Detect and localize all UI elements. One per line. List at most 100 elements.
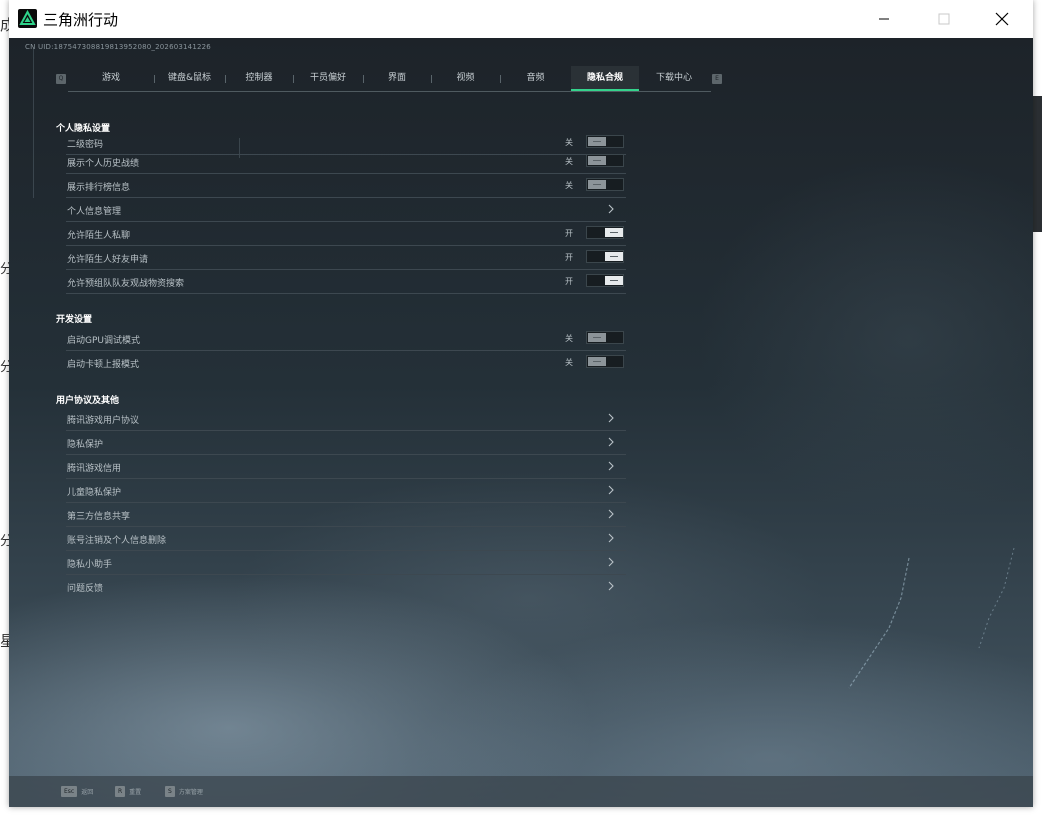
decorative-lightning: [848, 547, 1015, 689]
link-row-privacy-assistant[interactable]: 隐私小助手: [66, 551, 626, 575]
background-window-fragment: [1033, 96, 1042, 232]
link-label: 腾讯游戏信用: [67, 464, 122, 474]
link-label: 隐私小助手: [67, 560, 113, 570]
toggle-state-text: 关: [565, 334, 573, 343]
toggle-state-text: 关: [565, 181, 573, 190]
setting-row-stranger-chat[interactable]: 允许陌生人私聊 开: [66, 222, 626, 246]
leaderboard-info-toggle[interactable]: [586, 178, 624, 191]
minimize-icon: [879, 18, 889, 20]
setting-row-leaderboard-info[interactable]: 展示排行榜信息 关: [66, 174, 626, 198]
teammate-spectate-toggle[interactable]: [586, 274, 624, 287]
gpu-debug-toggle[interactable]: [586, 331, 624, 344]
esc-back-hint[interactable]: Esc 返回: [61, 785, 93, 797]
maximize-icon: [938, 13, 950, 25]
setting-row-stutter-report[interactable]: 启动卡顿上报模式 关: [66, 351, 626, 374]
chevron-right-icon: [608, 461, 614, 471]
tab-privacy-compliance[interactable]: 隐私合规: [571, 66, 639, 91]
section-title-agreements: 用户协议及其他: [56, 396, 120, 406]
section-title-dev: 开发设置: [56, 315, 93, 325]
link-row-account-deletion[interactable]: 账号注销及个人信息删除: [66, 527, 626, 551]
tab-prev-key[interactable]: Q: [56, 74, 66, 84]
setting-label: 展示排行榜信息: [67, 183, 131, 193]
toggle-state-text: 关: [565, 138, 573, 147]
toggle-knob: [605, 228, 623, 237]
tab-download-center[interactable]: 下载中心: [639, 66, 709, 91]
setting-label: 允许预组队队友观战物资搜索: [67, 279, 185, 289]
link-row-privacy-protection[interactable]: 隐私保护: [66, 431, 626, 455]
link-label: 第三方信息共享: [67, 512, 131, 522]
link-label: 隐私保护: [67, 440, 104, 450]
bottom-hint-bar: Esc 返回 R 重置 S 方案管理: [9, 776, 1033, 807]
link-label: 问题反馈: [67, 584, 104, 594]
stranger-friend-request-toggle[interactable]: [586, 250, 624, 263]
chevron-right-icon: [608, 437, 614, 447]
close-icon: [995, 12, 1009, 26]
chevron-right-icon: [608, 485, 614, 495]
toggle-knob: [605, 252, 623, 261]
tab-operator-preferences[interactable]: 干员偏好: [293, 66, 363, 91]
settings-content: CN UID:18754730881981395208​0_2026031412…: [9, 38, 1033, 807]
stutter-report-toggle[interactable]: [586, 355, 624, 368]
setting-row-history-record[interactable]: 展示个人历史战绩 关: [66, 150, 626, 174]
toggle-knob: [588, 180, 606, 189]
hint-label: 方案管理: [178, 788, 203, 796]
history-record-toggle[interactable]: [586, 154, 624, 167]
close-button[interactable]: [973, 0, 1031, 38]
link-label: 腾讯游戏用户协议: [67, 416, 140, 426]
link-label: 账号注销及个人信息删除: [67, 536, 167, 546]
minimize-button[interactable]: [855, 0, 913, 38]
toggle-state-text: 关: [565, 157, 573, 166]
tab-controller[interactable]: 控制器: [225, 66, 293, 91]
setting-row-teammate-spectate[interactable]: 允许预组队队友观战物资搜索 开: [66, 270, 626, 294]
game-window: 三角洲行动 CN UID:18754730881981395208​0_2026…: [9, 0, 1033, 807]
tab-interface[interactable]: 界面: [363, 66, 431, 91]
chevron-right-icon: [608, 413, 614, 423]
chevron-right-icon: [608, 509, 614, 519]
setting-row-gpu-debug[interactable]: 启动GPU调试模式 关: [66, 327, 626, 351]
setting-label: 允许陌生人私聊: [67, 231, 131, 241]
link-row-third-party-sharing[interactable]: 第三方信息共享: [66, 503, 626, 527]
toggle-state-text: 开: [565, 229, 573, 238]
scheme-management-hint[interactable]: S 方案管理: [165, 785, 203, 797]
key-cap: S: [165, 785, 175, 797]
hint-label: 重置: [129, 788, 142, 796]
key-cap: Esc: [61, 785, 78, 797]
app-logo-icon: [18, 9, 37, 28]
decorative-line: [33, 48, 34, 198]
toggle-state-text: 开: [565, 253, 573, 262]
setting-label: 允许陌生人好友申请: [67, 255, 149, 265]
setting-row-personal-info-management[interactable]: 个人信息管理: [66, 198, 626, 222]
chevron-right-icon: [608, 204, 614, 214]
link-row-feedback[interactable]: 问题反馈: [66, 575, 626, 598]
tab-video[interactable]: 视频: [431, 66, 500, 91]
toggle-state-text: 关: [565, 358, 573, 367]
setting-row-stranger-friend-request[interactable]: 允许陌生人好友申请 开: [66, 246, 626, 270]
tab-next-key[interactable]: E: [712, 74, 722, 84]
tab-game[interactable]: 游戏: [68, 66, 154, 91]
link-row-child-privacy[interactable]: 儿童隐私保护: [66, 479, 626, 503]
toggle-knob: [605, 276, 623, 285]
hint-label: 返回: [81, 788, 94, 796]
settings-tabs: 游戏 键盘&鼠标 控制器 干员偏好 界面 视频 音频 隐私合规 下载中心: [68, 66, 711, 92]
link-row-game-credit[interactable]: 腾讯游戏信用: [66, 455, 626, 479]
setting-label: 二级密码: [67, 140, 104, 150]
tab-keyboard-mouse[interactable]: 键盘&鼠标: [154, 66, 225, 91]
link-label: 儿童隐私保护: [67, 488, 122, 498]
key-cap: R: [115, 785, 126, 797]
tab-audio[interactable]: 音频: [500, 66, 571, 91]
setting-label: 启动卡顿上报模式: [67, 360, 140, 370]
secondary-password-toggle[interactable]: [586, 135, 624, 148]
user-uid-text: CN UID:18754730881981395208​0_2026031412…: [25, 43, 211, 51]
toggle-knob: [588, 357, 606, 366]
setting-label: 启动GPU调试模式: [67, 336, 140, 346]
maximize-button[interactable]: [915, 0, 973, 38]
toggle-knob: [588, 156, 606, 165]
stranger-chat-toggle[interactable]: [586, 226, 624, 239]
chevron-right-icon: [608, 557, 614, 567]
link-row-user-agreement[interactable]: 腾讯游戏用户协议: [66, 407, 626, 431]
toggle-knob: [588, 333, 606, 342]
title-bar: 三角洲行动: [9, 0, 1033, 39]
chevron-right-icon: [608, 533, 614, 543]
reset-hint[interactable]: R 重置: [115, 785, 141, 797]
toggle-state-text: 开: [565, 277, 573, 286]
